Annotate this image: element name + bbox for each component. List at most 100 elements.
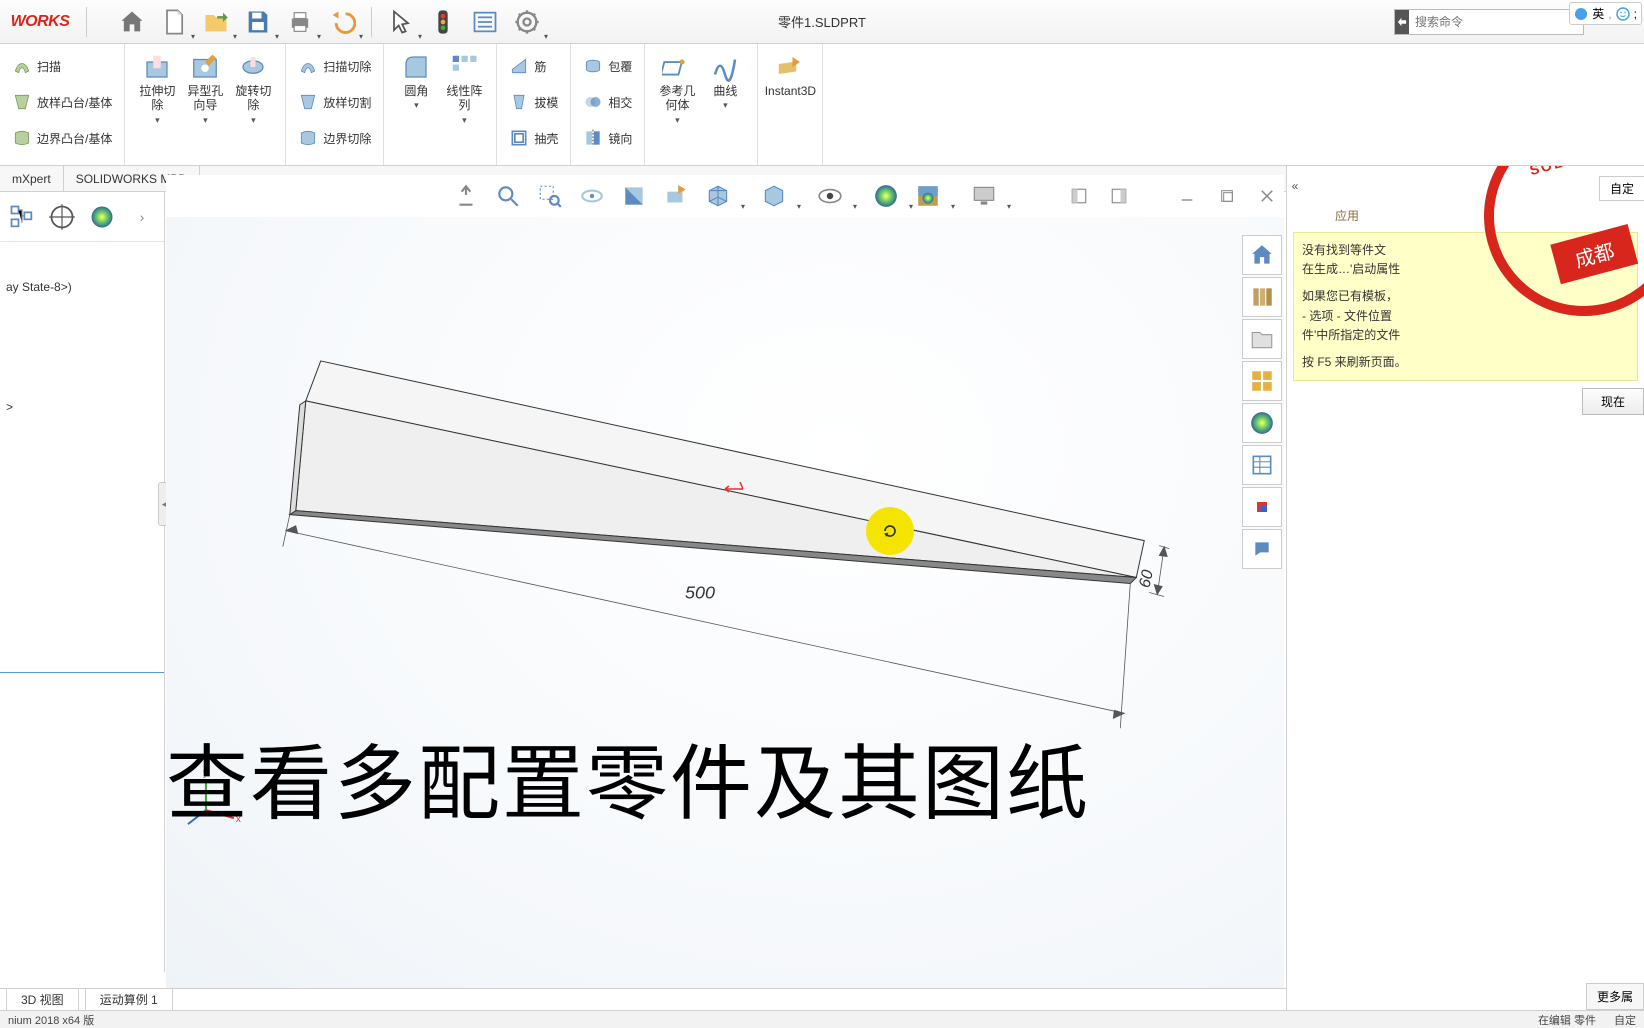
ime-lang: 英 [1592,5,1604,22]
scene-icon [915,183,941,209]
fillet-button[interactable]: 圆角▾ [392,48,440,161]
ribbon-group-cut: 拉伸切除▾ 异型孔向导▾ 旋转切除▾ [125,44,286,165]
holewizard-icon [190,52,220,82]
ref-geometry-button[interactable]: 参考几何体▾ [653,48,701,161]
zoom-fit-button[interactable] [449,179,483,213]
chat-icon [1252,539,1272,559]
status-bar: nium 2018 x64 版 在编辑 零件 自定 [0,1010,1644,1028]
custom-props-tab[interactable] [1242,445,1282,485]
wrap-icon [583,56,603,76]
swept-boss-button[interactable]: 扫描 [8,48,116,84]
select-button[interactable]: ▾ [382,3,420,41]
hide-show-button[interactable]: ▾ [813,179,847,213]
cursor-highlight [866,507,914,555]
hole-wizard-button[interactable]: 异型孔向导▾ [181,48,229,161]
extruded-cut-button[interactable]: 拉伸切除▾ [133,48,181,161]
save-button[interactable]: ▾ [239,3,277,41]
explorer-tab[interactable] [1242,319,1282,359]
extrudecut-icon [142,52,172,82]
selection-label: > [0,392,164,422]
orient-button[interactable]: ▾ [701,179,735,213]
boundary-cut-button[interactable]: 边界切除 [294,120,375,156]
rotate-cursor-icon [880,521,900,541]
home-button[interactable] [113,3,151,41]
sphere-icon [88,203,116,231]
tab-apply[interactable]: 应用 [1325,204,1369,227]
instant3d-button[interactable]: Instant3D [766,48,814,161]
viewport-minimize-button[interactable] [1176,185,1198,207]
curves-button[interactable]: 曲线▾ [701,48,749,161]
undo-button[interactable]: ▾ [323,3,361,41]
now-button[interactable]: 现在 [1582,388,1644,415]
more-button[interactable]: › [126,198,158,236]
rib-button[interactable]: 筋 [505,48,562,84]
viewport-maximize-button[interactable] [1216,185,1238,207]
view-palette-tab[interactable] [1242,361,1282,401]
more-props-label[interactable]: 更多属 [1586,983,1644,1010]
graphics-viewport[interactable]: ▾ ▾ ▾ ▾ ▾ ▾ [166,175,1284,994]
display-style-button[interactable]: ▾ [757,179,791,213]
shell-button[interactable]: 抽壳 [505,120,562,156]
edit-appearance-button[interactable]: ▾ [869,179,903,213]
resources-tab[interactable] [1242,235,1282,275]
quick-access-toolbar: ▾ ▾ ▾ ▾ ▾ ▾ ▾ [93,3,546,41]
taskpane-collapse[interactable]: « [1287,176,1303,196]
instant3d-icon [775,52,805,82]
options-list-button[interactable] [466,3,504,41]
tree-toolbar: › [0,192,164,242]
appearance-button[interactable] [86,198,118,236]
tab-motion-study[interactable]: 运动算例 1 [85,989,173,1010]
dynamic-annotate-button[interactable] [659,179,693,213]
viewport-split2-button[interactable] [1108,185,1130,207]
linear-pattern-button[interactable]: 线性阵列▾ [440,48,488,161]
open-button[interactable]: ▾ [197,3,235,41]
lofted-boss-button[interactable]: 放样凸台/基体 [8,84,116,120]
orient-icon [705,183,731,209]
viewport-split1-button[interactable] [1068,185,1090,207]
display-style-icon [761,183,787,209]
settings-button[interactable]: ▾ [508,3,546,41]
lofted-cut-button[interactable]: 放样切割 [294,84,375,120]
view-settings-button[interactable]: ▾ [967,179,1001,213]
chevron-down-icon: ▾ [359,32,363,41]
extra-tab1[interactable] [1242,487,1282,527]
canvas[interactable]: 500 60 y x 查看多配置零件 [166,217,1284,994]
split-right-icon [1110,187,1128,205]
save-icon [244,8,272,36]
loft-icon [12,92,32,112]
status-editing: 在编辑 零件 [1538,1012,1596,1028]
draft-button[interactable]: 拔模 [505,84,562,120]
viewport-close-button[interactable] [1256,185,1278,207]
tab-3d-view[interactable]: 3D 视图 [6,989,79,1010]
zoom-area-button[interactable] [491,179,525,213]
wrap-button[interactable]: 包覆 [579,48,636,84]
boundary-boss-button[interactable]: 边界凸台/基体 [8,120,116,156]
rebuild-button[interactable] [424,3,462,41]
tree-icon [8,203,36,231]
boundary-icon [12,128,32,148]
print-button[interactable]: ▾ [281,3,319,41]
display-state-label: ay State-8>) [0,272,164,302]
config-button[interactable] [46,198,78,236]
swept-cut-button[interactable]: 扫描切除 [294,48,375,84]
search-input[interactable] [1409,15,1576,29]
appearance-tab[interactable] [1242,403,1282,443]
library-tab[interactable] [1242,277,1282,317]
revolved-cut-button[interactable]: 旋转切除▾ [229,48,277,161]
chevron-down-icon: ▾ [251,115,256,126]
tab-mxpert[interactable]: mXpert [0,166,64,191]
stamp-center-text: 成都 [1550,224,1638,284]
section-view-button[interactable] [617,179,651,213]
prev-view-button[interactable] [575,179,609,213]
extra-tab2[interactable] [1242,529,1282,569]
list-icon [471,8,499,36]
tree-view-button[interactable] [6,198,38,236]
new-button[interactable]: ▾ [155,3,193,41]
apply-scene-button[interactable]: ▾ [911,179,945,213]
split-left-icon [1070,187,1088,205]
mirror-button[interactable]: 镜向 [579,120,636,156]
intersect-button[interactable]: 相交 [579,84,636,120]
command-search[interactable] [1394,9,1584,35]
chevron-down-icon: ▾ [723,100,728,111]
zoom-select-button[interactable] [533,179,567,213]
